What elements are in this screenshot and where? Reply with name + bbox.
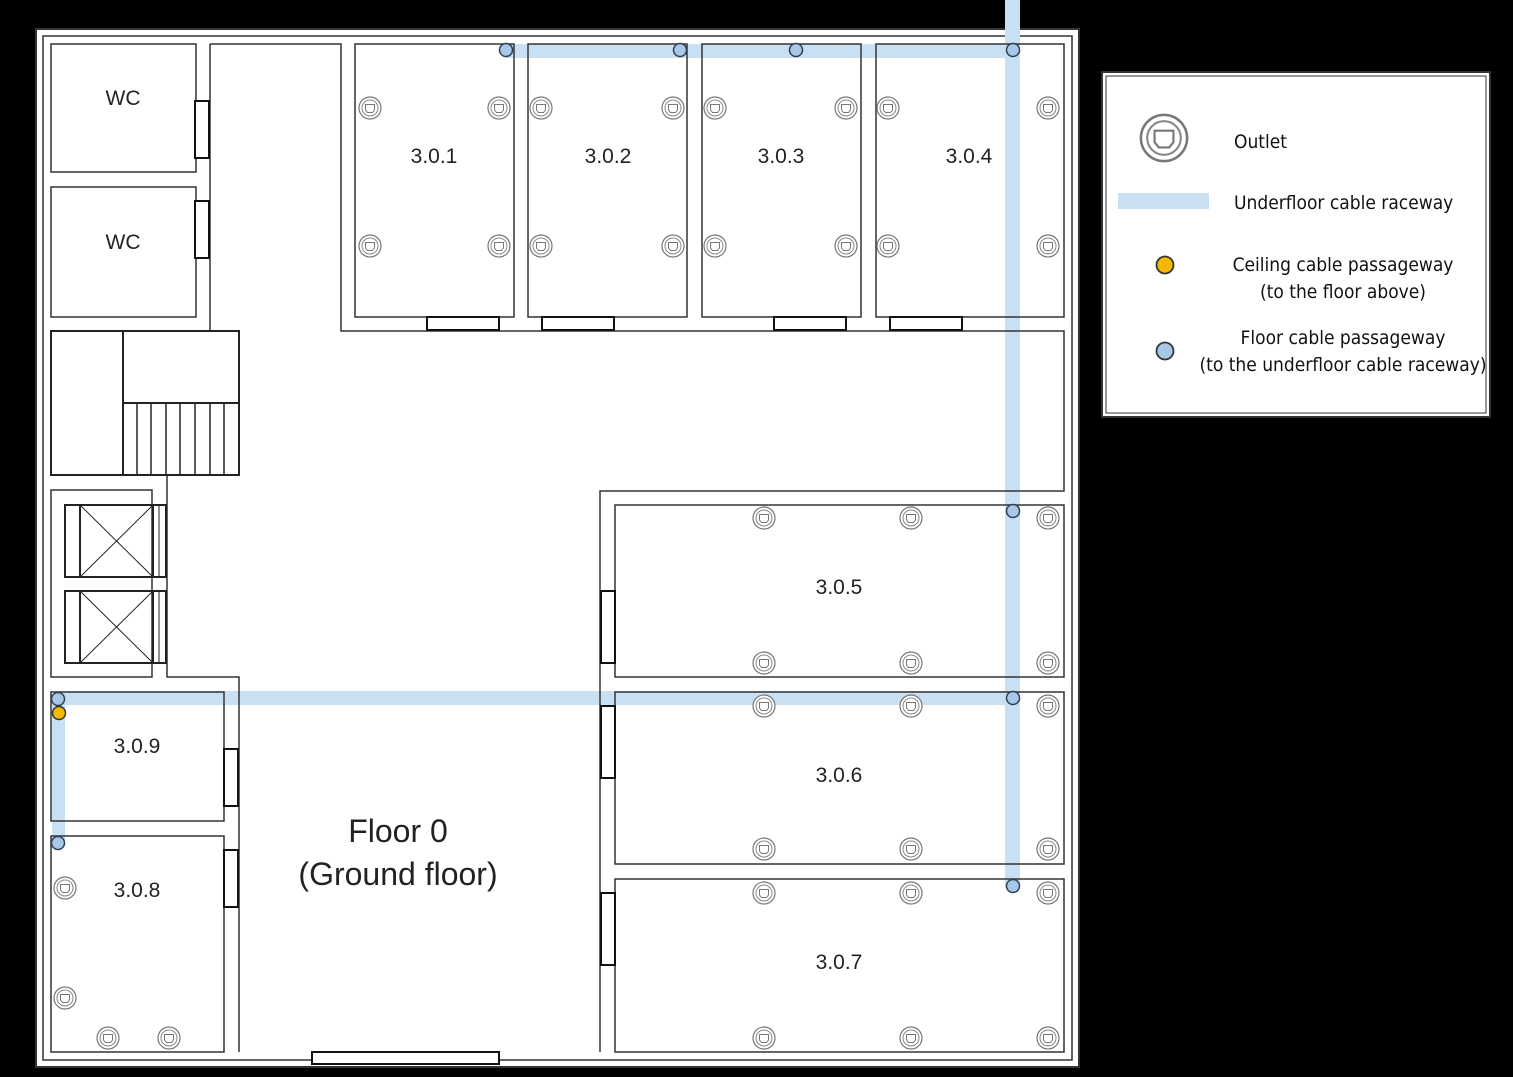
outlet-icon (1036, 506, 1060, 530)
outlet-icon (752, 1026, 776, 1050)
floor-passage-icon (1005, 503, 1021, 519)
legend-floor-line1: Floor cable passageway (1241, 327, 1446, 349)
door-wc-1 (194, 100, 210, 159)
outlet-icon (358, 96, 382, 120)
outlet-icon (899, 694, 923, 718)
room-label-305: 3.0.5 (816, 576, 863, 599)
floor-passage-icon (788, 42, 804, 58)
outlet-icon (53, 986, 77, 1010)
outlet-icon (899, 651, 923, 675)
outlet-icon (661, 96, 685, 120)
outlet-icon (96, 1026, 120, 1050)
floor-passage-legend-icon (1155, 341, 1175, 361)
outlet-icon (1036, 234, 1060, 258)
outlet-icon (899, 506, 923, 530)
door-wc-2 (194, 200, 210, 259)
outlet-icon (1036, 694, 1060, 718)
outlet-icon (899, 1026, 923, 1050)
legend-outlet-label: Outlet (1234, 131, 1287, 153)
outlet-icon (358, 234, 382, 258)
outlet-legend-icon (1139, 113, 1189, 163)
outlet-icon (752, 651, 776, 675)
room-label-308: 3.0.8 (114, 879, 161, 902)
building-outline (35, 28, 1080, 1068)
outlet-icon (752, 506, 776, 530)
floor-plan: WC WC 3.0.1 3.0.2 3.0.3 3.0.4 3.0.5 3.0.… (35, 0, 1491, 1068)
floor-title-line1: Floor 0 (348, 813, 448, 849)
outlet-icon (157, 1026, 181, 1050)
outlet-icon (487, 234, 511, 258)
outlet-icon (703, 96, 727, 120)
floor-passage-icon (1005, 42, 1021, 58)
outlet-icon (752, 837, 776, 861)
door-302 (541, 316, 615, 331)
legend-raceway-label: Underfloor cable raceway (1234, 192, 1453, 214)
outlet-icon (834, 96, 858, 120)
legend-ceiling-line2: (to the floor above) (1260, 281, 1426, 303)
floor-passage-icon (672, 42, 688, 58)
door-309 (223, 748, 239, 807)
floor-passage-icon (50, 835, 66, 851)
door-301 (426, 316, 500, 331)
outlet-icon (1036, 881, 1060, 905)
outlet-icon (1036, 837, 1060, 861)
outlet-icon (53, 876, 77, 900)
room-label-304: 3.0.4 (946, 145, 993, 168)
door-308 (223, 849, 239, 908)
door-main-entrance (311, 1051, 500, 1065)
room-label-306: 3.0.6 (816, 764, 863, 787)
outlet-icon (752, 881, 776, 905)
outlet-icon (876, 96, 900, 120)
floor-passage-icon (50, 691, 66, 707)
ceiling-passage-legend-icon (1155, 255, 1175, 275)
outlet-icon (661, 234, 685, 258)
floor-title-line2: (Ground floor) (298, 856, 497, 892)
raceway-legend-swatch (1118, 193, 1209, 209)
outlet-icon (487, 96, 511, 120)
floor-passage-icon (1005, 878, 1021, 894)
outlet-icon (529, 234, 553, 258)
outlet-icon (752, 694, 776, 718)
outlet-icon (834, 234, 858, 258)
wc-label-1: WC (106, 87, 141, 110)
legend: Outlet Underfloor cable raceway Ceiling … (1101, 71, 1491, 418)
outlet-icon (1036, 96, 1060, 120)
legend-floor-line2: (to the underfloor cable raceway) (1199, 354, 1486, 376)
room-label-301: 3.0.1 (411, 145, 458, 168)
outlet-icon (899, 881, 923, 905)
room-label-302: 3.0.2 (585, 145, 632, 168)
door-306 (600, 705, 616, 779)
door-303 (773, 316, 847, 331)
room-label-307: 3.0.7 (816, 951, 863, 974)
outlet-icon (529, 96, 553, 120)
outlet-icon (1036, 651, 1060, 675)
legend-ceiling-line1: Ceiling cable passageway (1233, 254, 1454, 276)
door-305 (600, 590, 616, 664)
room-label-309: 3.0.9 (114, 735, 161, 758)
room-label-303: 3.0.3 (758, 145, 805, 168)
outlet-icon (876, 234, 900, 258)
floor-passage-icon (498, 42, 514, 58)
outlet-icon (1036, 1026, 1060, 1050)
ceiling-passage-icon (51, 705, 67, 721)
door-304 (889, 316, 963, 331)
floor-passage-icon (1005, 690, 1021, 706)
outlet-icon (899, 837, 923, 861)
wc-label-2: WC (106, 231, 141, 254)
door-307 (600, 892, 616, 966)
outlet-icon (703, 234, 727, 258)
